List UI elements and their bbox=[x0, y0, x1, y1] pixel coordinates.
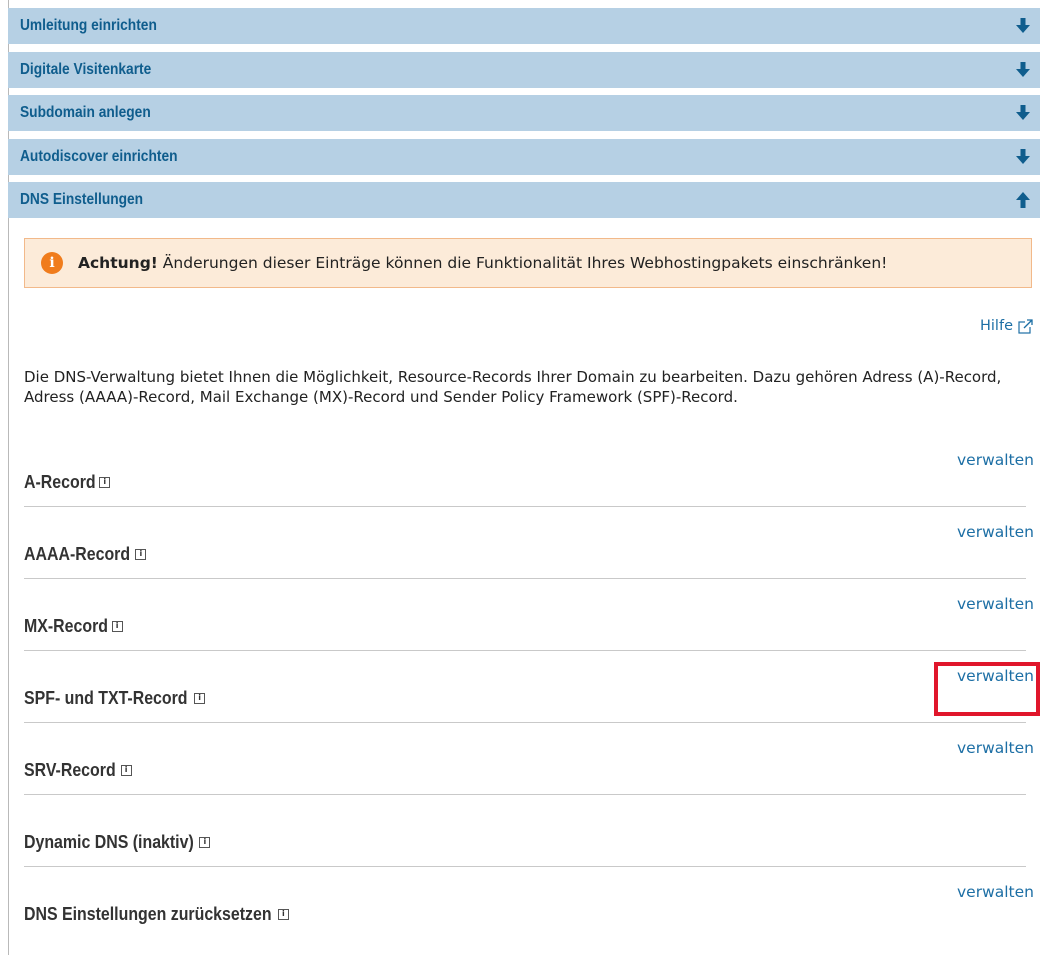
record-row-mx: MX-Record i verwalten bbox=[24, 579, 1036, 651]
record-row-aaaa: AAAA-Record i verwalten bbox=[24, 507, 1036, 579]
external-link-icon bbox=[1018, 318, 1033, 334]
record-label: AAAA-Record bbox=[24, 543, 131, 564]
info-icon[interactable]: i bbox=[135, 548, 147, 560]
info-icon[interactable]: i bbox=[99, 476, 111, 488]
arrow-down-icon bbox=[1016, 149, 1030, 164]
accordion-digitale-visitenkarte[interactable]: Digitale Visitenkarte bbox=[8, 52, 1040, 88]
accordion-title: Subdomain anlegen bbox=[20, 104, 151, 121]
accordion-umleitung-einrichten[interactable]: Umleitung einrichten bbox=[8, 8, 1040, 44]
arrow-up-icon bbox=[1016, 192, 1030, 208]
info-icon[interactable]: i bbox=[277, 908, 289, 920]
alert-strong: Achtung! bbox=[78, 254, 158, 272]
accordion-autodiscover-einrichten[interactable]: Autodiscover einrichten bbox=[8, 139, 1040, 175]
info-icon: i bbox=[41, 252, 63, 274]
info-icon[interactable]: i bbox=[194, 692, 206, 704]
record-label: DNS Einstellungen zurücksetzen bbox=[24, 903, 272, 924]
manage-mx-record-link[interactable]: verwalten bbox=[957, 595, 1034, 613]
record-label: A-Record bbox=[24, 471, 96, 492]
alert-text: Änderungen dieser Einträge können die Fu… bbox=[157, 254, 888, 272]
record-row-a: A-Record i verwalten bbox=[24, 435, 1036, 507]
info-icon[interactable]: i bbox=[111, 620, 123, 632]
accordion-title: Digitale Visitenkarte bbox=[20, 61, 152, 78]
accordion-title: Autodiscover einrichten bbox=[20, 148, 178, 165]
arrow-down-icon bbox=[1016, 18, 1030, 33]
record-label: SRV-Record bbox=[24, 759, 116, 780]
info-icon[interactable]: i bbox=[120, 764, 132, 776]
accordion-title: DNS Einstellungen bbox=[20, 191, 144, 208]
record-label: MX-Record bbox=[24, 615, 108, 636]
alert-message: Achtung! Änderungen dieser Einträge könn… bbox=[78, 254, 887, 272]
record-row-dynamic-dns: Dynamic DNS (inaktiv) i bbox=[24, 795, 1036, 867]
warning-alert: i Achtung! Änderungen dieser Einträge kö… bbox=[24, 238, 1032, 288]
help-link-label: Hilfe bbox=[980, 318, 1013, 334]
dns-intro-text: Die DNS-Verwaltung bietet Ihnen die Mögl… bbox=[24, 368, 1002, 406]
manage-dns-reset-link[interactable]: verwalten bbox=[957, 883, 1034, 901]
record-label: SPF- und TXT-Record bbox=[24, 687, 188, 708]
help-link[interactable]: Hilfe bbox=[980, 318, 1033, 334]
record-row-spf-txt: SPF- und TXT-Record i verwalten bbox=[24, 651, 1036, 723]
accordion-title: Umleitung einrichten bbox=[20, 17, 157, 34]
arrow-down-icon bbox=[1016, 62, 1030, 77]
accordion-dns-einstellungen[interactable]: DNS Einstellungen bbox=[8, 182, 1040, 218]
manage-a-record-link[interactable]: verwalten bbox=[957, 451, 1034, 469]
manage-srv-record-link[interactable]: verwalten bbox=[957, 739, 1034, 757]
manage-aaaa-record-link[interactable]: verwalten bbox=[957, 523, 1034, 541]
record-row-srv: SRV-Record i verwalten bbox=[24, 723, 1036, 795]
manage-spf-txt-record-link[interactable]: verwalten bbox=[957, 667, 1034, 685]
arrow-down-icon bbox=[1016, 105, 1030, 120]
info-icon[interactable]: i bbox=[199, 836, 211, 848]
record-row-dns-reset: DNS Einstellungen zurücksetzen i verwalte… bbox=[24, 867, 1036, 939]
record-label: Dynamic DNS (inaktiv) bbox=[24, 831, 194, 852]
accordion-subdomain-anlegen[interactable]: Subdomain anlegen bbox=[8, 95, 1040, 131]
